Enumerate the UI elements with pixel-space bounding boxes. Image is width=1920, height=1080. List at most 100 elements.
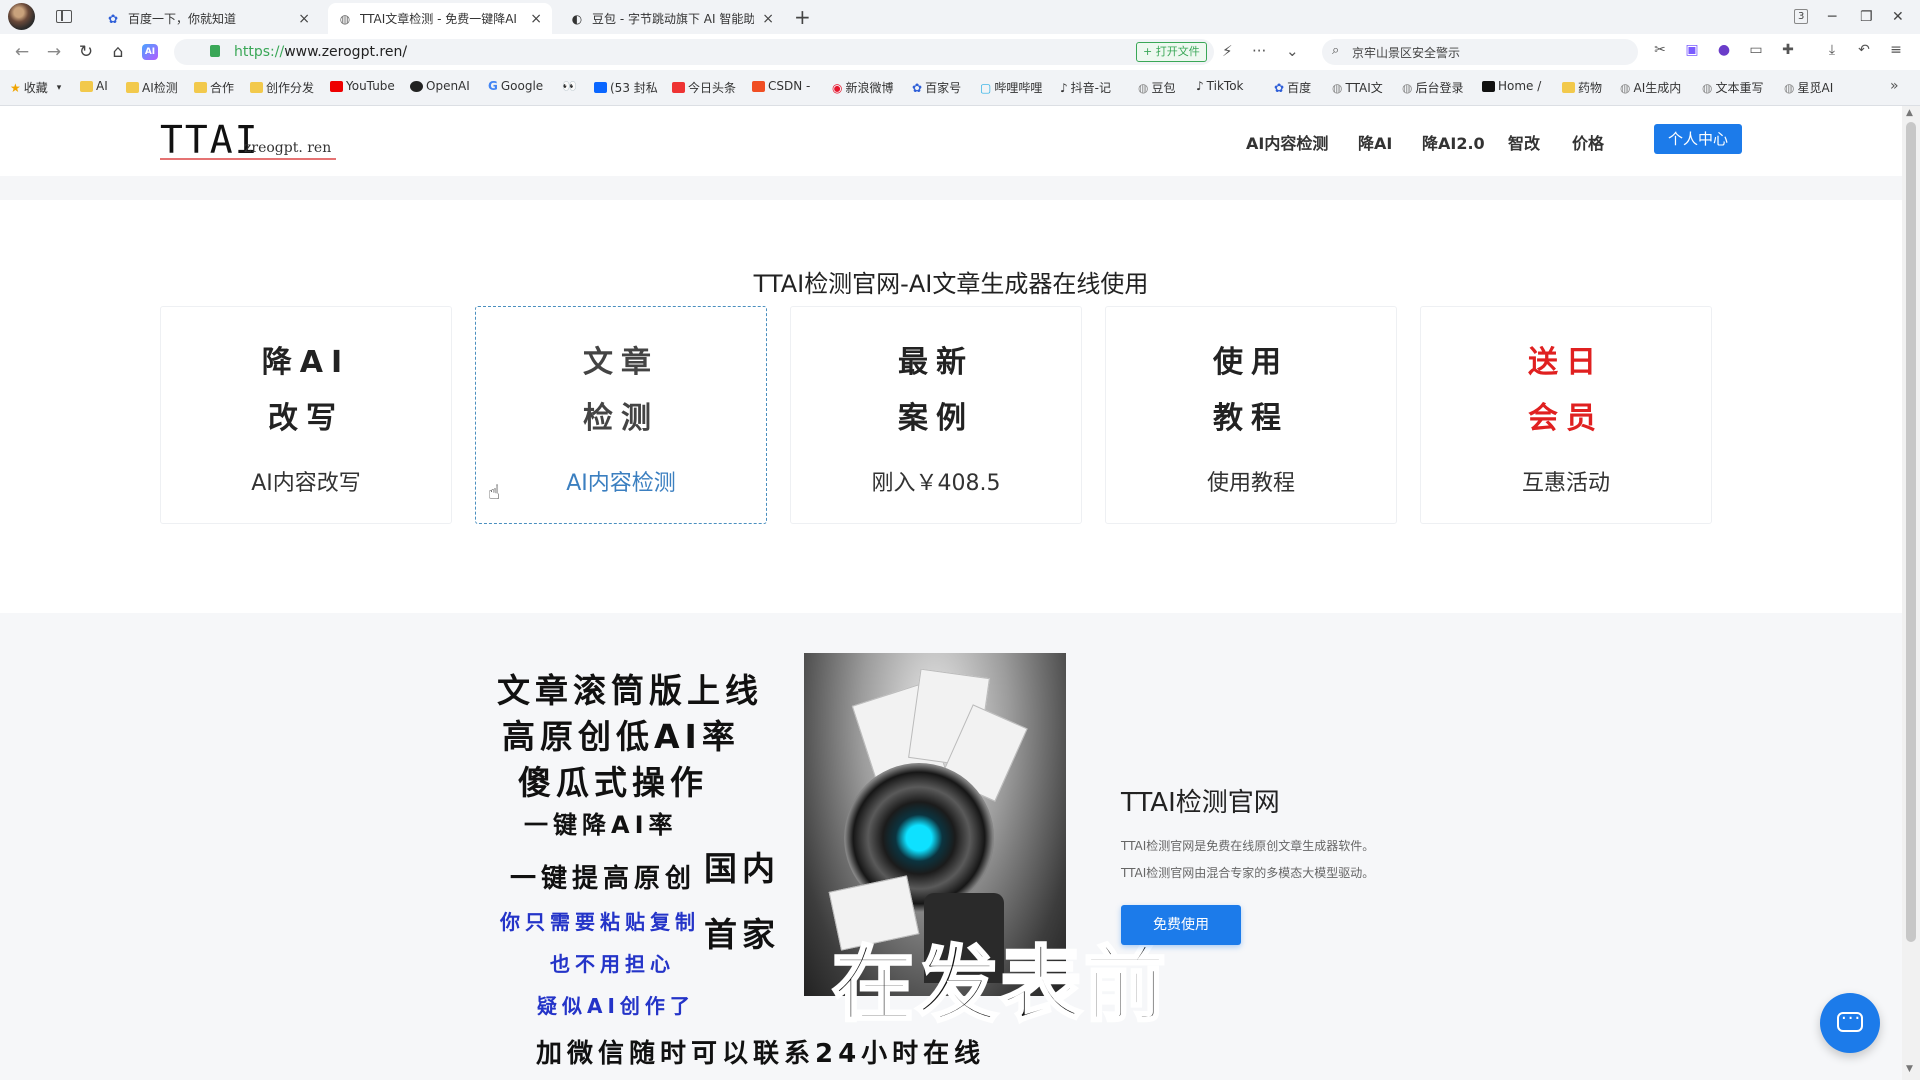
bookmark-youtube[interactable]: YouTube (330, 79, 395, 93)
chat-support-button[interactable] (1820, 993, 1880, 1053)
globe-icon: ◍ (1402, 80, 1413, 95)
back-icon[interactable]: ← (12, 42, 32, 62)
bookmark-folder-medicine[interactable]: 药物 (1562, 79, 1602, 96)
bookmark-x-home[interactable]: Home / (1482, 79, 1541, 93)
bookmark-baijiahao[interactable]: ✿ 百家号 (912, 79, 961, 96)
bookmark-bilibili[interactable]: ▢ 哔哩哔哩 (980, 79, 1042, 96)
card-title-line1: 最新 (898, 345, 974, 380)
sidebar-toggle-icon[interactable] (56, 10, 72, 23)
page-scrollbar[interactable]: ▲ ▼ (1902, 106, 1920, 1080)
card-tutorial[interactable]: 使用 教程 使用教程 (1105, 306, 1397, 524)
personal-center-button[interactable]: 个人中心 (1654, 124, 1742, 154)
bookmark-ai-generated[interactable]: ◍ AI生成内 (1620, 79, 1681, 96)
menu-icon[interactable]: ≡ (1888, 42, 1904, 58)
bookmark-text-rewrite[interactable]: ◍ 文本重写 (1702, 79, 1764, 96)
bookmark-tiktok[interactable]: ♪ TikTok (1196, 79, 1244, 93)
scroll-up-icon[interactable]: ▲ (1906, 108, 1913, 118)
bookmark-favorites[interactable]: ★ 收藏 ▾ (10, 79, 61, 96)
nav-ai-detect[interactable]: AI内容检测 (1246, 130, 1328, 154)
more-dots-icon[interactable]: ··· (1252, 42, 1266, 60)
site-name: TTAI检测官网 (1121, 788, 1280, 818)
reload-icon[interactable]: ↻ (76, 42, 96, 62)
bookmark-openai[interactable]: OpenAI (410, 79, 470, 93)
tab-baidu[interactable]: ✿ 百度一下，你就知道 × (96, 3, 320, 34)
chat-icon (1837, 1008, 1863, 1032)
close-window-icon[interactable]: ✕ (1892, 9, 1904, 25)
open-file-button[interactable]: + 打开文件 (1136, 42, 1207, 62)
restore-icon[interactable]: ❐ (1860, 9, 1873, 25)
card-free-membership[interactable]: 送日 会员 互惠活动 (1420, 306, 1712, 524)
globe-icon: ◍ (1332, 80, 1343, 95)
tab-doubao[interactable]: ◐ 豆包 - 字节跳动旗下 AI 智能助 × (560, 3, 784, 34)
card-reduce-ai[interactable]: 降AI 改写 AI内容改写 (160, 306, 452, 524)
ai-extension-icon[interactable]: AI (142, 44, 158, 60)
close-icon[interactable]: × (530, 11, 542, 27)
bookmark-folder-cooperation[interactable]: 合作 (194, 79, 234, 96)
bookmark-baidu[interactable]: ✿ 百度 (1274, 79, 1311, 96)
puzzle-icon[interactable]: ✚ (1780, 42, 1796, 58)
search-icon: ⌕ (1332, 43, 1340, 58)
nav-pricing[interactable]: 价格 (1572, 130, 1604, 154)
paw-icon: ✿ (1274, 80, 1285, 95)
chevron-down-icon[interactable]: ⌄ (1286, 42, 1299, 60)
chevron-right-icon[interactable]: » (1890, 78, 1899, 94)
color-extension-icon[interactable]: ● (1716, 42, 1732, 58)
undo-icon[interactable]: ↶ (1856, 42, 1872, 58)
card-article-detect[interactable]: 文章 检测 AI内容检测 (475, 306, 767, 524)
tab-ttai[interactable]: ◍ TTAI文章检测 - 免费一键降AI × (328, 3, 552, 34)
tab-count-badge[interactable]: 3 (1794, 9, 1809, 24)
bookmark-eyes[interactable]: 👀 (562, 79, 580, 93)
bookmark-douyin[interactable]: ♪ 抖音-记 (1060, 79, 1111, 96)
bookmark-toutiao[interactable]: 今日头条 (672, 79, 736, 96)
browser-avatar-icon[interactable] (8, 3, 35, 30)
bookmark-folder-ai-detect[interactable]: AI检测 (126, 79, 178, 96)
bookmark-xingmi-ai[interactable]: ◍ 星觅AI (1784, 79, 1833, 96)
zhihu-icon (594, 82, 607, 93)
promo-line: 国内 (704, 849, 780, 888)
bookmark-weibo[interactable]: ◉ 新浪微博 (832, 79, 894, 96)
site-header: TTAI zreogpt. ren AI内容检测 降AI 降AI2.0 智改 价… (0, 106, 1902, 176)
window-icon[interactable]: ▭ (1748, 42, 1764, 58)
bookmark-doubao[interactable]: ◍ 豆包 (1138, 79, 1176, 96)
site-logo-domain: zreogpt. ren (244, 140, 332, 156)
scissors-icon[interactable]: ✂ (1652, 42, 1668, 58)
url-field[interactable]: https://www.zerogpt.ren/ (174, 39, 1214, 65)
bookmark-csdn[interactable]: CSDN - (752, 79, 810, 93)
promo-line: 文章滚筒版上线 (497, 671, 763, 710)
new-tab-button[interactable]: + (794, 5, 811, 29)
translate-icon[interactable]: ▣ (1684, 42, 1700, 58)
site-description-1: TTAI检测官网是免费在线原创文章生成器软件。 (1121, 839, 1375, 853)
home-icon[interactable]: ⌂ (108, 42, 128, 62)
scroll-thumb[interactable] (1906, 122, 1916, 942)
download-icon[interactable]: ⤓ (1824, 42, 1840, 58)
scroll-down-icon[interactable]: ▼ (1906, 1064, 1913, 1074)
nav-reduce-ai-2[interactable]: 降AI2.0 (1422, 130, 1485, 154)
bookmark-google[interactable]: G Google (488, 79, 543, 93)
tab-title: 豆包 - 字节跳动旗下 AI 智能助 (592, 12, 755, 26)
card-title-line2: 会员 (1528, 401, 1604, 436)
nav-smart-edit[interactable]: 智改 (1508, 130, 1540, 154)
forward-icon[interactable]: → (44, 42, 64, 62)
nav-reduce-ai[interactable]: 降AI (1358, 130, 1392, 154)
promo-line: 加微信随时可以联系24小时在线 (536, 1039, 986, 1069)
card-title-line2: 教程 (1213, 401, 1289, 436)
globe-icon: ◍ (1784, 80, 1795, 95)
lightning-icon[interactable]: ⚡ (1222, 42, 1233, 60)
card-latest-cases[interactable]: 最新 案例 刚入￥408.5 (790, 306, 1082, 524)
close-icon[interactable]: × (762, 11, 774, 27)
douyin-icon: ♪ (1060, 80, 1068, 95)
free-use-button[interactable]: 免费使用 (1121, 905, 1241, 945)
bookmark-admin-login[interactable]: ◍ 后台登录 (1402, 79, 1464, 96)
x-icon (1482, 80, 1495, 92)
bookmark-zhihu[interactable]: (53 封私 (594, 79, 658, 96)
bookmark-folder-ai[interactable]: AI (80, 79, 108, 93)
weibo-icon: ◉ (832, 80, 843, 95)
bookmark-folder-creation[interactable]: 创作分发 (250, 79, 314, 96)
card-title-line2: 案例 (898, 401, 974, 436)
close-icon[interactable]: × (298, 11, 310, 27)
minimize-icon[interactable]: ─ (1828, 9, 1836, 25)
youtube-icon (330, 80, 343, 92)
search-input[interactable]: ⌕ 京牢山景区安全警示 (1322, 39, 1638, 65)
bookmark-ttai[interactable]: ◍ TTAI文 (1332, 79, 1383, 96)
card-subtitle: 互惠活动 (1521, 471, 1610, 496)
